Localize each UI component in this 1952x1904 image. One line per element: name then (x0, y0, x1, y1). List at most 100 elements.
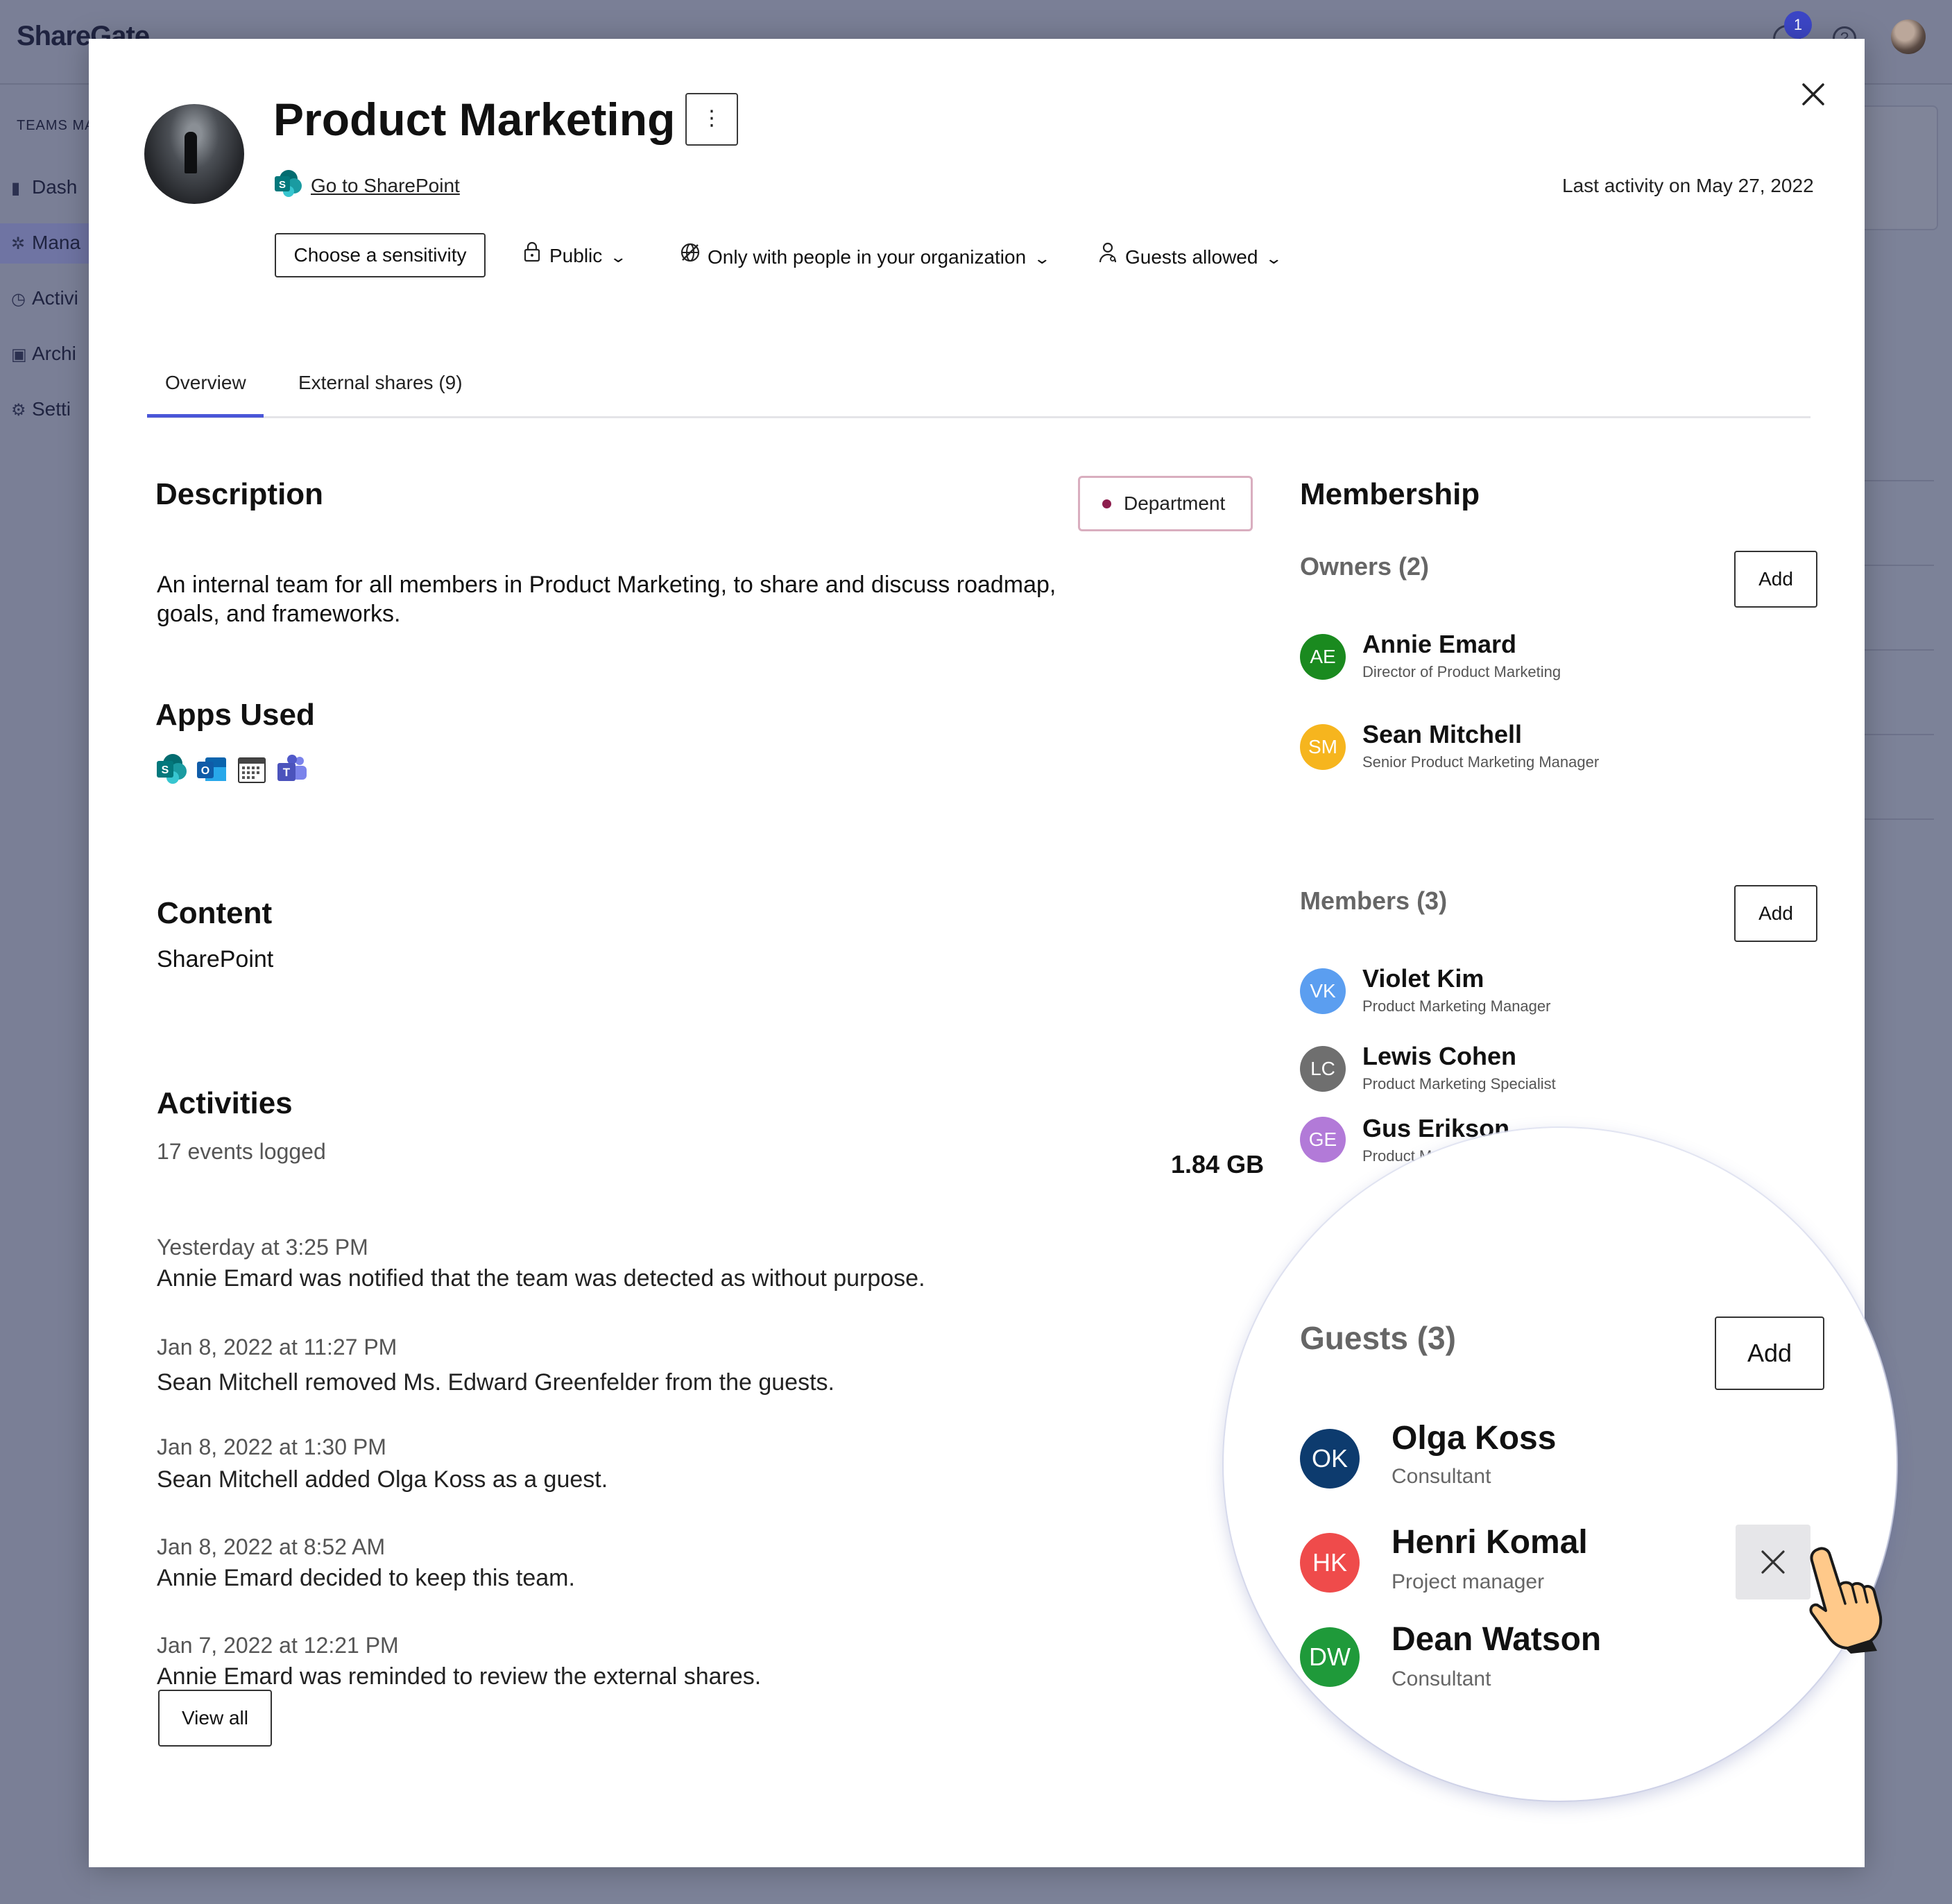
background-divider (1865, 565, 1934, 566)
user-avatar[interactable] (1891, 19, 1926, 54)
content-size: 1.84 GB (1171, 1150, 1265, 1178)
guests-magnifier: Guests (3) Add OK Olga Koss Consultant H… (1224, 1128, 1897, 1801)
privacy-dropdown[interactable]: Public ⌄ (520, 241, 628, 269)
sidebar-title: TEAMS MA (17, 118, 95, 133)
content-source: SharePoint (157, 946, 274, 972)
activity-text: Sean Mitchell added Olga Koss as a guest… (157, 1466, 608, 1493)
globe-blocked-icon (678, 241, 702, 271)
choose-sensitivity-button[interactable]: Choose a sensitivity (275, 233, 486, 277)
guest-role: Project manager (1392, 1570, 1545, 1593)
sidebar-item-dashboard[interactable]: ▮ Dash (11, 176, 77, 198)
guest-user-icon (1096, 241, 1120, 271)
calendar-icon (236, 753, 268, 785)
apps-list: S O T (155, 753, 308, 785)
team-avatar (144, 104, 244, 204)
close-icon (1802, 83, 1824, 105)
activity-time: Jan 8, 2022 at 11:27 PM (157, 1335, 397, 1360)
members-title: Members (3) (1300, 886, 1448, 915)
member-role: Product Marketing Manager (1362, 997, 1551, 1015)
svg-text:O: O (201, 765, 209, 777)
activity-text: Annie Emard decided to keep this team. (157, 1565, 575, 1591)
more-options-button[interactable]: ⋮ (685, 93, 738, 146)
chevron-down-icon: ⌄ (609, 248, 628, 266)
background-divider (1865, 480, 1934, 481)
events-count: 17 events logged (157, 1139, 326, 1164)
description-text: An internal team for all members in Prod… (157, 572, 1056, 627)
avatar: GE (1300, 1117, 1346, 1163)
owner-name: Annie Emard (1362, 630, 1517, 658)
archive-icon: ▣ (11, 345, 27, 364)
sidebar-item-settings[interactable]: ⚙ Setti (11, 398, 71, 420)
notification-badge: 1 (1784, 11, 1812, 39)
sharing-dropdown[interactable]: Only with people in your organization ⌄ (678, 241, 1051, 271)
add-member-button[interactable]: Add (1734, 885, 1817, 942)
tab-overview[interactable]: Overview (165, 372, 246, 394)
member-name: Violet Kim (1362, 964, 1484, 993)
background-divider (1865, 734, 1934, 735)
activity-time: Jan 7, 2022 at 12:21 PM (157, 1633, 399, 1658)
member-role: Product Marketing Specialist (1362, 1075, 1556, 1092)
close-icon (1761, 1550, 1785, 1574)
outlook-icon: O (196, 753, 228, 785)
view-all-button[interactable]: View all (158, 1690, 272, 1747)
guests-dropdown[interactable]: Guests allowed ⌄ (1096, 241, 1283, 271)
sharepoint-icon: S (273, 169, 302, 200)
avatar: AE (1300, 634, 1346, 680)
activities-heading: Activities (157, 1086, 293, 1120)
description-heading: Description (155, 477, 324, 511)
member-name: Lewis Cohen (1362, 1042, 1517, 1070)
avatar: DW (1300, 1627, 1360, 1687)
activity-text: Annie Emard was reminded to review the e… (157, 1663, 762, 1690)
last-activity: Last activity on May 27, 2022 (1562, 175, 1814, 196)
owner-name: Sean Mitchell (1362, 720, 1523, 748)
tab-active-indicator (147, 414, 264, 418)
guests-title: Guests (3) (1300, 1320, 1456, 1356)
guest-name: Dean Watson (1392, 1621, 1602, 1658)
add-guest-button[interactable]: Add (1715, 1316, 1824, 1390)
team-details-modal: Product Marketing ⋮ S Go to SharePoint L… (89, 39, 1897, 1867)
teams-icon: ✲ (11, 234, 26, 253)
activity-text: Annie Emard was notified that the team w… (157, 1265, 925, 1292)
sidebar-item-manage[interactable]: ✲ Mana (11, 232, 80, 254)
activity-text: Sean Mitchell removed Ms. Edward Greenfe… (157, 1369, 834, 1396)
add-owner-button[interactable]: Add (1734, 551, 1817, 608)
avatar: LC (1300, 1046, 1346, 1092)
content-heading: Content (157, 896, 273, 930)
tabs-divider (147, 416, 1810, 418)
gear-icon: ⚙ (11, 401, 26, 420)
guest-role: Consultant (1392, 1465, 1491, 1488)
close-button[interactable] (1794, 75, 1833, 114)
badge-dot (1102, 499, 1111, 508)
avatar: OK (1300, 1429, 1360, 1489)
page-title: Product Marketing (273, 94, 676, 145)
kebab-icon: ⋮ (701, 107, 722, 130)
owner-role: Director of Product Marketing (1362, 663, 1561, 680)
svg-text:T: T (283, 766, 291, 779)
hand-cursor-icon (1802, 1543, 1885, 1657)
svg-text:S: S (279, 179, 286, 191)
guest-role: Consultant (1392, 1667, 1491, 1690)
sidebar-item-archive[interactable]: ▣ Archi (11, 343, 76, 365)
guest-name: Olga Koss (1392, 1420, 1557, 1457)
membership-heading: Membership (1300, 477, 1480, 511)
bar-chart-icon: ▮ (11, 179, 21, 198)
sidebar-item-activity[interactable]: ◷ Activi (11, 287, 78, 309)
go-to-sharepoint-link[interactable]: Go to SharePoint (311, 175, 460, 197)
background-divider (1865, 818, 1934, 820)
department-badge[interactable]: Department (1078, 476, 1253, 531)
avatar: HK (1300, 1533, 1360, 1593)
chevron-down-icon: ⌄ (1033, 250, 1052, 267)
owners-title: Owners (2) (1300, 552, 1430, 581)
chevron-down-icon: ⌄ (1265, 250, 1283, 267)
apps-heading: Apps Used (155, 698, 315, 732)
guest-name: Henri Komal (1392, 1524, 1588, 1561)
svg-text:S: S (162, 764, 169, 776)
owner-role: Senior Product Marketing Manager (1362, 753, 1600, 771)
sharepoint-icon: S (155, 753, 187, 785)
tab-external-shares[interactable]: External shares (9) (298, 372, 463, 394)
teams-icon: T (276, 753, 308, 785)
activity-time: Yesterday at 3:25 PM (157, 1235, 368, 1260)
activity-time: Jan 8, 2022 at 1:30 PM (157, 1434, 386, 1459)
background-divider (1865, 649, 1934, 651)
remove-guest-button[interactable] (1736, 1525, 1810, 1599)
